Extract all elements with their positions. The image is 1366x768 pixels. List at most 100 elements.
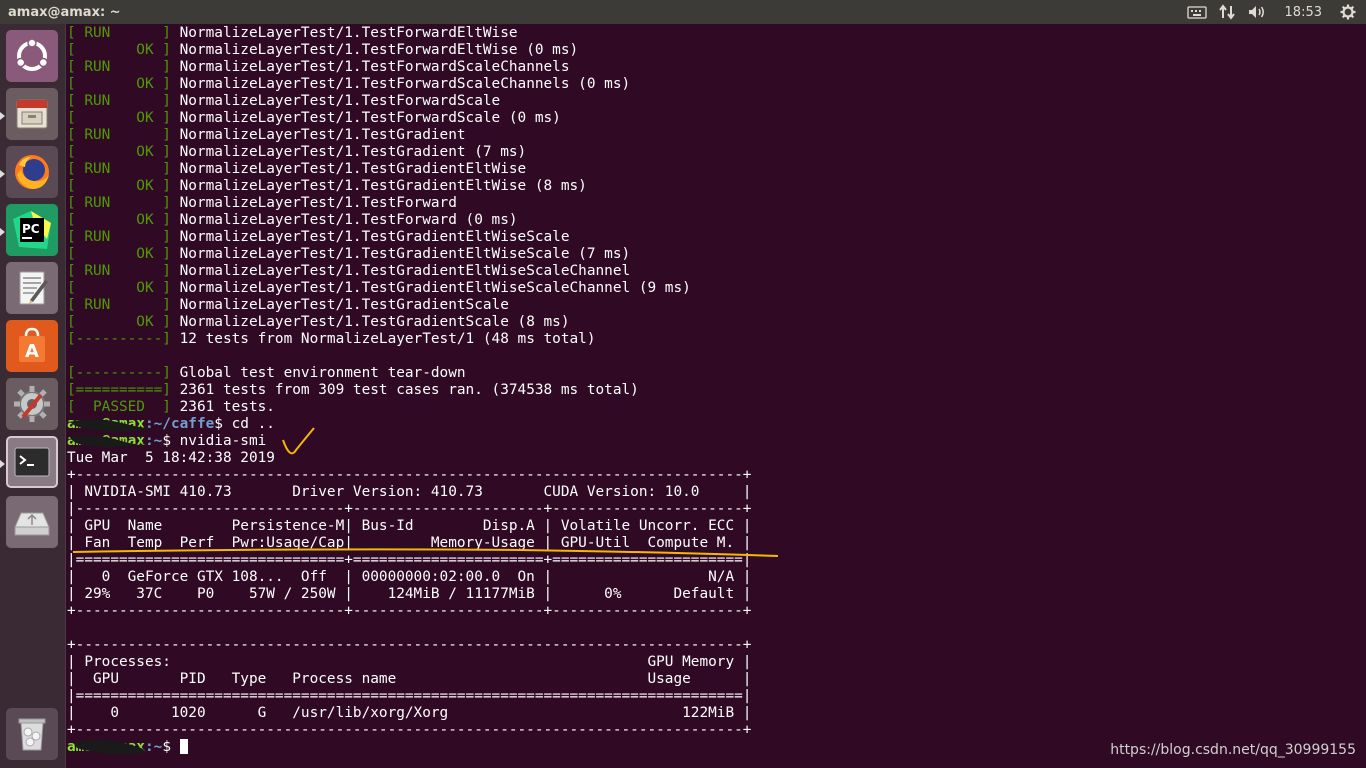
line-text: |-------------------------------+-------… (67, 501, 752, 517)
line-text: NormalizeLayerTest/1.TestGradient (170, 127, 466, 143)
line-text: +-------------------------------+-------… (67, 603, 752, 619)
terminal-line: [ OK ] NormalizeLayerTest/1.TestForwardE… (67, 42, 1366, 59)
prompt-path: :~ (144, 433, 163, 449)
trash-icon[interactable] (6, 708, 58, 760)
line-text: 12 tests from NormalizeLayerTest/1 (48 m… (170, 331, 596, 347)
line-text: 2361 tests from 309 test cases ran. (374… (170, 382, 639, 398)
system-settings-icon[interactable] (6, 378, 58, 430)
prompt-path: :~ (144, 739, 163, 755)
line-text: Global test environment tear-down (170, 365, 466, 381)
test-status-tag: [ RUN ] (67, 263, 171, 279)
software-center-icon[interactable]: A (6, 320, 58, 372)
terminal-line: [ RUN ] NormalizeLayerTest/1.TestForward… (67, 93, 1366, 110)
window-title: amax@amax: ~ (8, 4, 121, 20)
test-status-tag: [ OK ] (67, 246, 171, 262)
terminal-line: [ RUN ] NormalizeLayerTest/1.TestGradien… (67, 229, 1366, 246)
text-cursor (179, 739, 188, 754)
firefox-icon[interactable] (6, 146, 58, 198)
running-indicator (0, 460, 5, 468)
keyboard-icon[interactable] (1186, 5, 1207, 19)
indicator-area: 18:53 (1186, 4, 1366, 20)
test-status-tag: [ OK ] (67, 212, 171, 228)
line-text: NormalizeLayerTest/1.TestForward (0 ms) (170, 212, 518, 228)
terminal-line: [----------] Global test environment tea… (67, 365, 1366, 382)
volume-icon[interactable] (1247, 4, 1267, 20)
terminal-line: |=======================================… (67, 688, 1366, 705)
line-text: $ cd .. (214, 416, 275, 432)
terminal-line: [ RUN ] NormalizeLayerTest/1.TestGradien… (67, 297, 1366, 314)
test-status-tag: [ RUN ] (67, 59, 171, 75)
line-text: |===============================+=======… (67, 552, 752, 568)
terminal-line: +---------------------------------------… (67, 722, 1366, 739)
test-status-tag: [ PASSED ] (67, 399, 171, 415)
usb-drive-icon[interactable] (6, 496, 58, 548)
terminal-icon[interactable] (6, 436, 58, 488)
line-text: NormalizeLayerTest/1.TestForwardScale (170, 93, 501, 109)
pycharm-icon[interactable]: PC (6, 204, 58, 256)
prompt-path: :~/caffe (144, 416, 215, 432)
power-gear-icon[interactable] (1340, 4, 1356, 20)
test-status-tag: [ RUN ] (67, 25, 171, 41)
terminal-line: [ OK ] NormalizeLayerTest/1.TestForwardS… (67, 110, 1366, 127)
pycharm-label: PC (22, 222, 40, 236)
test-status-tag: [ RUN ] (67, 195, 171, 211)
line-text: | 0 GeForce GTX 108... Off | 00000000:02… (67, 569, 752, 585)
line-text: NormalizeLayerTest/1.TestGradientEltWise… (170, 229, 570, 245)
terminal-line: [ OK ] NormalizeLayerTest/1.TestGradient… (67, 178, 1366, 195)
terminal-line: [ OK ] NormalizeLayerTest/1.TestForwardS… (67, 76, 1366, 93)
test-status-tag: [ RUN ] (67, 93, 171, 109)
test-status-tag: [ OK ] (67, 144, 171, 160)
terminal-line: Tue Mar 5 18:42:38 2019 (67, 450, 1366, 467)
ubuntu-dash-icon[interactable] (6, 30, 58, 82)
terminal-line: | GPU Name Persistence-M| Bus-Id Disp.A … (67, 518, 1366, 535)
line-text: |=======================================… (67, 688, 752, 704)
prompt-user-host: amax@amax (67, 433, 145, 449)
line-text: NormalizeLayerTest/1.TestForwardScaleCha… (170, 76, 631, 92)
terminal-line: [ OK ] NormalizeLayerTest/1.TestGradient… (67, 246, 1366, 263)
terminal-line: | Fan Temp Perf Pwr:Usage/Cap| Memory-Us… (67, 535, 1366, 552)
svg-text:A: A (25, 341, 39, 362)
terminal-line: [ RUN ] NormalizeLayerTest/1.TestForward (67, 195, 1366, 212)
test-status-tag: [==========] (67, 382, 171, 398)
terminal-line: +---------------------------------------… (67, 637, 1366, 654)
line-text: +---------------------------------------… (67, 637, 752, 653)
test-status-tag: [ OK ] (67, 280, 171, 296)
line-text: NormalizeLayerTest/1.TestGradient (7 ms) (170, 144, 527, 160)
line-text: | Fan Temp Perf Pwr:Usage/Cap| Memory-Us… (67, 535, 752, 551)
terminal-line: [ OK ] NormalizeLayerTest/1.TestGradient… (67, 314, 1366, 331)
test-status-tag: [----------] (67, 331, 171, 347)
running-indicator (0, 228, 5, 236)
terminal-line: |-------------------------------+-------… (67, 501, 1366, 518)
line-text: NormalizeLayerTest/1.TestGradientScale (… (170, 314, 570, 330)
line-text: $ (162, 739, 180, 755)
files-icon[interactable] (6, 88, 58, 140)
line-text: 2361 tests. (170, 399, 275, 415)
line-text: NormalizeLayerTest/1.TestGradientScale (170, 297, 509, 313)
test-status-tag: [ OK ] (67, 76, 171, 92)
line-text: NormalizeLayerTest/1.TestGradientEltWise… (170, 263, 631, 279)
line-text: | NVIDIA-SMI 410.73 Driver Version: 410.… (67, 484, 752, 500)
terminal-line: | GPU PID Type Process name Usage | (67, 671, 1366, 688)
terminal-line: | 0 1020 G /usr/lib/xorg/Xorg 122MiB | (67, 705, 1366, 722)
line-text: | 0 1020 G /usr/lib/xorg/Xorg 122MiB | (67, 705, 752, 721)
network-icon[interactable] (1218, 4, 1235, 20)
test-status-tag: [ OK ] (67, 314, 171, 330)
top-panel: amax@amax: ~ 18:53 (0, 0, 1366, 24)
line-text: NormalizeLayerTest/1.TestGradientEltWise (170, 161, 527, 177)
terminal-line: | 0 GeForce GTX 108... Off | 00000000:02… (67, 569, 1366, 586)
line-text: Tue Mar 5 18:42:38 2019 (67, 450, 275, 466)
line-text: | GPU Name Persistence-M| Bus-Id Disp.A … (67, 518, 752, 534)
terminal-line: [ RUN ] NormalizeLayerTest/1.TestForward… (67, 25, 1366, 42)
clock[interactable]: 18:53 (1285, 5, 1322, 20)
line-text: +---------------------------------------… (67, 722, 752, 738)
launcher: PC A (0, 24, 66, 768)
test-status-tag: [ OK ] (67, 110, 171, 126)
line-text: NormalizeLayerTest/1.TestGradientEltWise… (170, 178, 587, 194)
test-status-tag: [ RUN ] (67, 127, 171, 143)
terminal-line: [==========] 2361 tests from 309 test ca… (67, 382, 1366, 399)
text-editor-icon[interactable] (6, 262, 58, 314)
line-text: NormalizeLayerTest/1.TestGradientEltWise… (170, 280, 691, 296)
terminal-output[interactable]: [ RUN ] NormalizeLayerTest/1.TestForward… (66, 24, 1366, 768)
